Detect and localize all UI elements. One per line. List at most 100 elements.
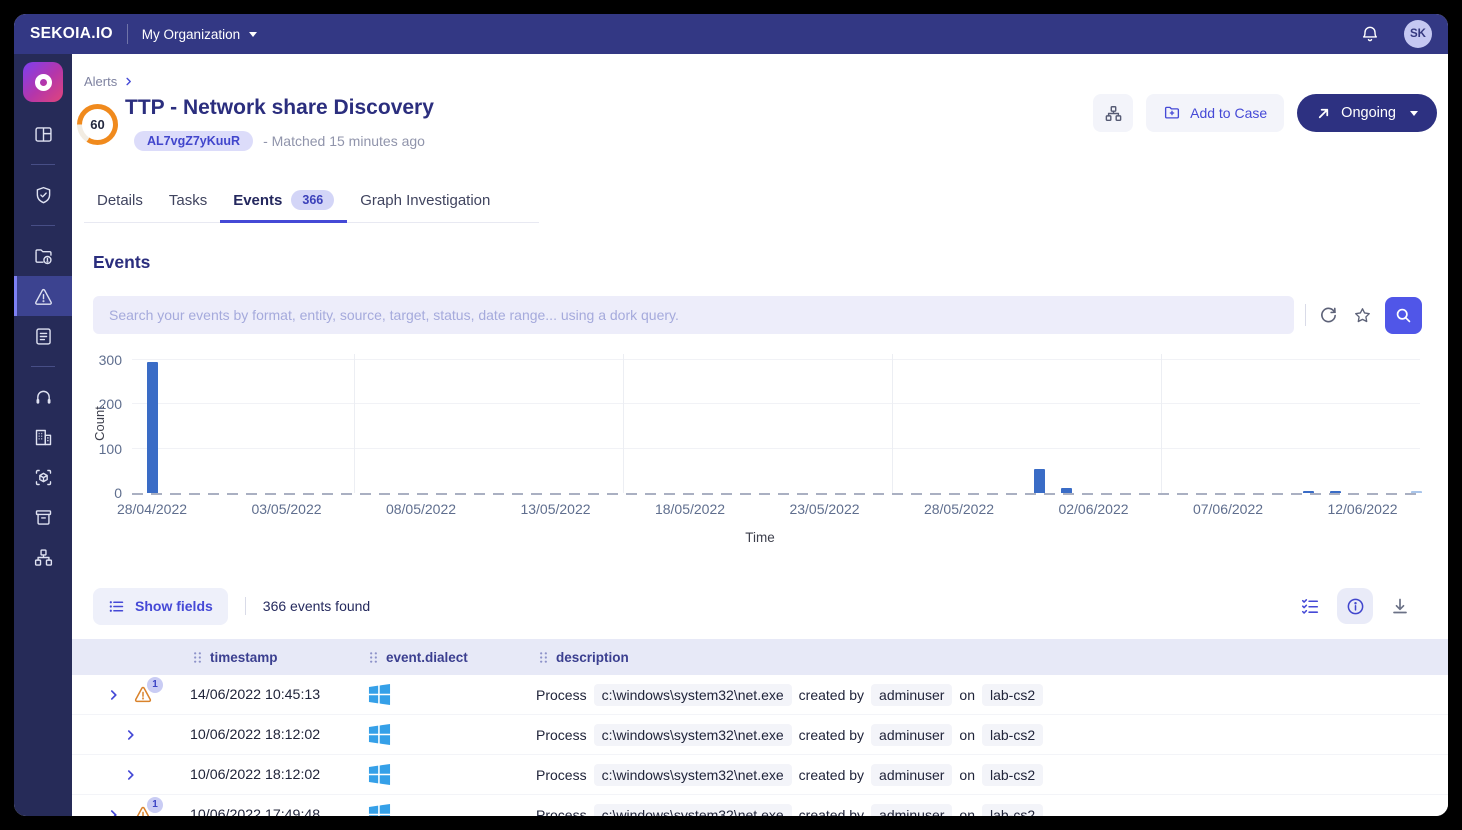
organization-selector[interactable]: My Organization: [142, 27, 257, 42]
chart-bar[interactable]: [1061, 488, 1072, 493]
chart-bar[interactable]: [1034, 469, 1045, 493]
add-to-case-button[interactable]: Add to Case: [1146, 94, 1284, 132]
v-gridline: [892, 354, 893, 493]
sidebar-item-alerts[interactable]: [14, 276, 72, 316]
column-header-timestamp[interactable]: timestamp: [190, 650, 366, 665]
expand-row-button[interactable]: [124, 728, 138, 742]
sidebar-divider: [31, 366, 55, 367]
chevron-down-icon[interactable]: [1410, 111, 1418, 116]
sidebar-item-sandbox[interactable]: [14, 457, 72, 497]
x-tick-label: 28/05/2022: [924, 501, 994, 517]
building-icon: [33, 427, 54, 448]
alert-score-ring: 60: [77, 104, 118, 145]
events-count-badge: 366: [291, 190, 334, 210]
breadcrumb-alerts-link[interactable]: Alerts: [84, 74, 117, 89]
user-avatar[interactable]: SK: [1404, 20, 1432, 48]
main-content: Alerts 60 TTP - Network share Discovery …: [72, 54, 1448, 816]
tab-events[interactable]: Events 366: [220, 180, 347, 223]
x-tick-label: 13/05/2022: [520, 501, 590, 517]
chevron-right-icon: [107, 808, 121, 817]
notifications-bell-icon[interactable]: [1358, 22, 1382, 46]
tab-bar: Details Tasks Events 366 Graph Investiga…: [84, 180, 539, 223]
sidebar-item-organizations[interactable]: [14, 417, 72, 457]
sekoia-logo[interactable]: [23, 62, 63, 102]
expand-row-button[interactable]: [124, 768, 138, 782]
event-description: Processc:\windows\system32\net.execreate…: [536, 724, 1448, 746]
table-row[interactable]: 10/06/2022 18:12:02 Processc:\windows\sy…: [72, 715, 1448, 755]
graph-view-button[interactable]: [1093, 94, 1133, 132]
app-window: SEKOIA.IO My Organization SK: [14, 14, 1448, 816]
process-path-chip: c:\windows\system32\net.exe: [594, 684, 792, 706]
event-description: Processc:\windows\system32\net.execreate…: [536, 804, 1448, 817]
favorite-star-button[interactable]: [1351, 304, 1374, 327]
process-path-chip: c:\windows\system32\net.exe: [594, 724, 792, 746]
event-description: Processc:\windows\system32\net.execreate…: [536, 684, 1448, 706]
table-toolbar: Show fields 366 events found: [93, 586, 1412, 626]
v-gridline: [1161, 354, 1162, 493]
drag-handle-icon: [538, 651, 549, 664]
download-icon: [1390, 596, 1410, 616]
event-dialect-cell: [366, 683, 536, 706]
sidebar-item-reports[interactable]: [14, 316, 72, 356]
sidebar-item-intakes[interactable]: [14, 377, 72, 417]
table-header: timestamp event.dialect description: [72, 639, 1448, 675]
table-row[interactable]: 1 10/06/2022 17:49:48 Processc:\windows\…: [72, 795, 1448, 816]
events-search-bar: [93, 296, 1422, 334]
table-row[interactable]: 10/06/2022 18:12:02 Processc:\windows\sy…: [72, 755, 1448, 795]
search-button[interactable]: [1385, 297, 1422, 334]
chart-bar[interactable]: [1411, 491, 1422, 493]
warning-indicator[interactable]: 1: [133, 804, 155, 817]
windows-logo-icon: [368, 683, 391, 706]
host-chip: lab-cs2: [982, 684, 1043, 706]
host-chip: lab-cs2: [982, 724, 1043, 746]
chart-bar[interactable]: [1330, 491, 1341, 493]
sidebar-item-incidents[interactable]: [14, 236, 72, 276]
user-chip: adminuser: [871, 684, 952, 706]
host-chip: lab-cs2: [982, 764, 1043, 786]
events-search-input[interactable]: [93, 296, 1294, 334]
download-button[interactable]: [1388, 594, 1412, 618]
chart-plot: [132, 360, 1420, 493]
chart-yaxis: 0100200300: [84, 360, 126, 493]
x-tick-label: 23/05/2022: [789, 501, 859, 517]
x-tick-label: 02/06/2022: [1058, 501, 1128, 517]
status-button[interactable]: Ongoing: [1297, 94, 1437, 132]
h-gridline: [132, 359, 1420, 360]
user-chip: adminuser: [871, 804, 952, 817]
events-histogram: Count 0100200300 28/04/202203/05/202208/…: [84, 346, 1436, 558]
windows-logo-icon: [368, 723, 391, 746]
shield-check-icon: [33, 185, 54, 206]
column-header-description[interactable]: description: [536, 650, 1448, 665]
breadcrumb[interactable]: Alerts: [84, 74, 134, 89]
h-gridline: [132, 448, 1420, 449]
select-events-button[interactable]: [1298, 594, 1322, 618]
matched-timestamp: - Matched 15 minutes ago: [263, 133, 425, 149]
chart-bar[interactable]: [147, 362, 158, 493]
sidebar-item-archives[interactable]: [14, 497, 72, 537]
brand-logo: SEKOIA.IO: [30, 25, 113, 43]
expand-row-button[interactable]: [107, 688, 121, 702]
refresh-button[interactable]: [1317, 304, 1340, 327]
sidebar-item-protect[interactable]: [14, 175, 72, 215]
tab-tasks[interactable]: Tasks: [156, 180, 220, 222]
warning-indicator[interactable]: 1: [133, 684, 155, 706]
chevron-right-icon: [124, 768, 138, 782]
warning-count-badge: 1: [147, 797, 163, 813]
add-to-case-label: Add to Case: [1190, 105, 1267, 121]
chevron-right-icon: [123, 76, 134, 87]
info-panel-button[interactable]: [1337, 588, 1373, 624]
expand-row-button[interactable]: [107, 808, 121, 817]
tab-graph-investigation[interactable]: Graph Investigation: [347, 180, 503, 222]
show-fields-button[interactable]: Show fields: [93, 588, 228, 625]
sidebar-item-dashboard[interactable]: [14, 114, 72, 154]
tab-details[interactable]: Details: [84, 180, 156, 222]
topbar-divider: [127, 24, 128, 44]
sidebar-item-community[interactable]: [14, 537, 72, 577]
headset-icon: [33, 387, 54, 408]
column-header-event-dialect[interactable]: event.dialect: [366, 650, 536, 665]
event-dialect-cell: [366, 763, 536, 786]
chart-bar[interactable]: [1303, 491, 1314, 493]
arrow-up-right-icon: [1316, 106, 1331, 121]
table-row[interactable]: 1 14/06/2022 10:45:13 Processc:\windows\…: [72, 675, 1448, 715]
events-table: timestamp event.dialect description: [72, 639, 1448, 816]
